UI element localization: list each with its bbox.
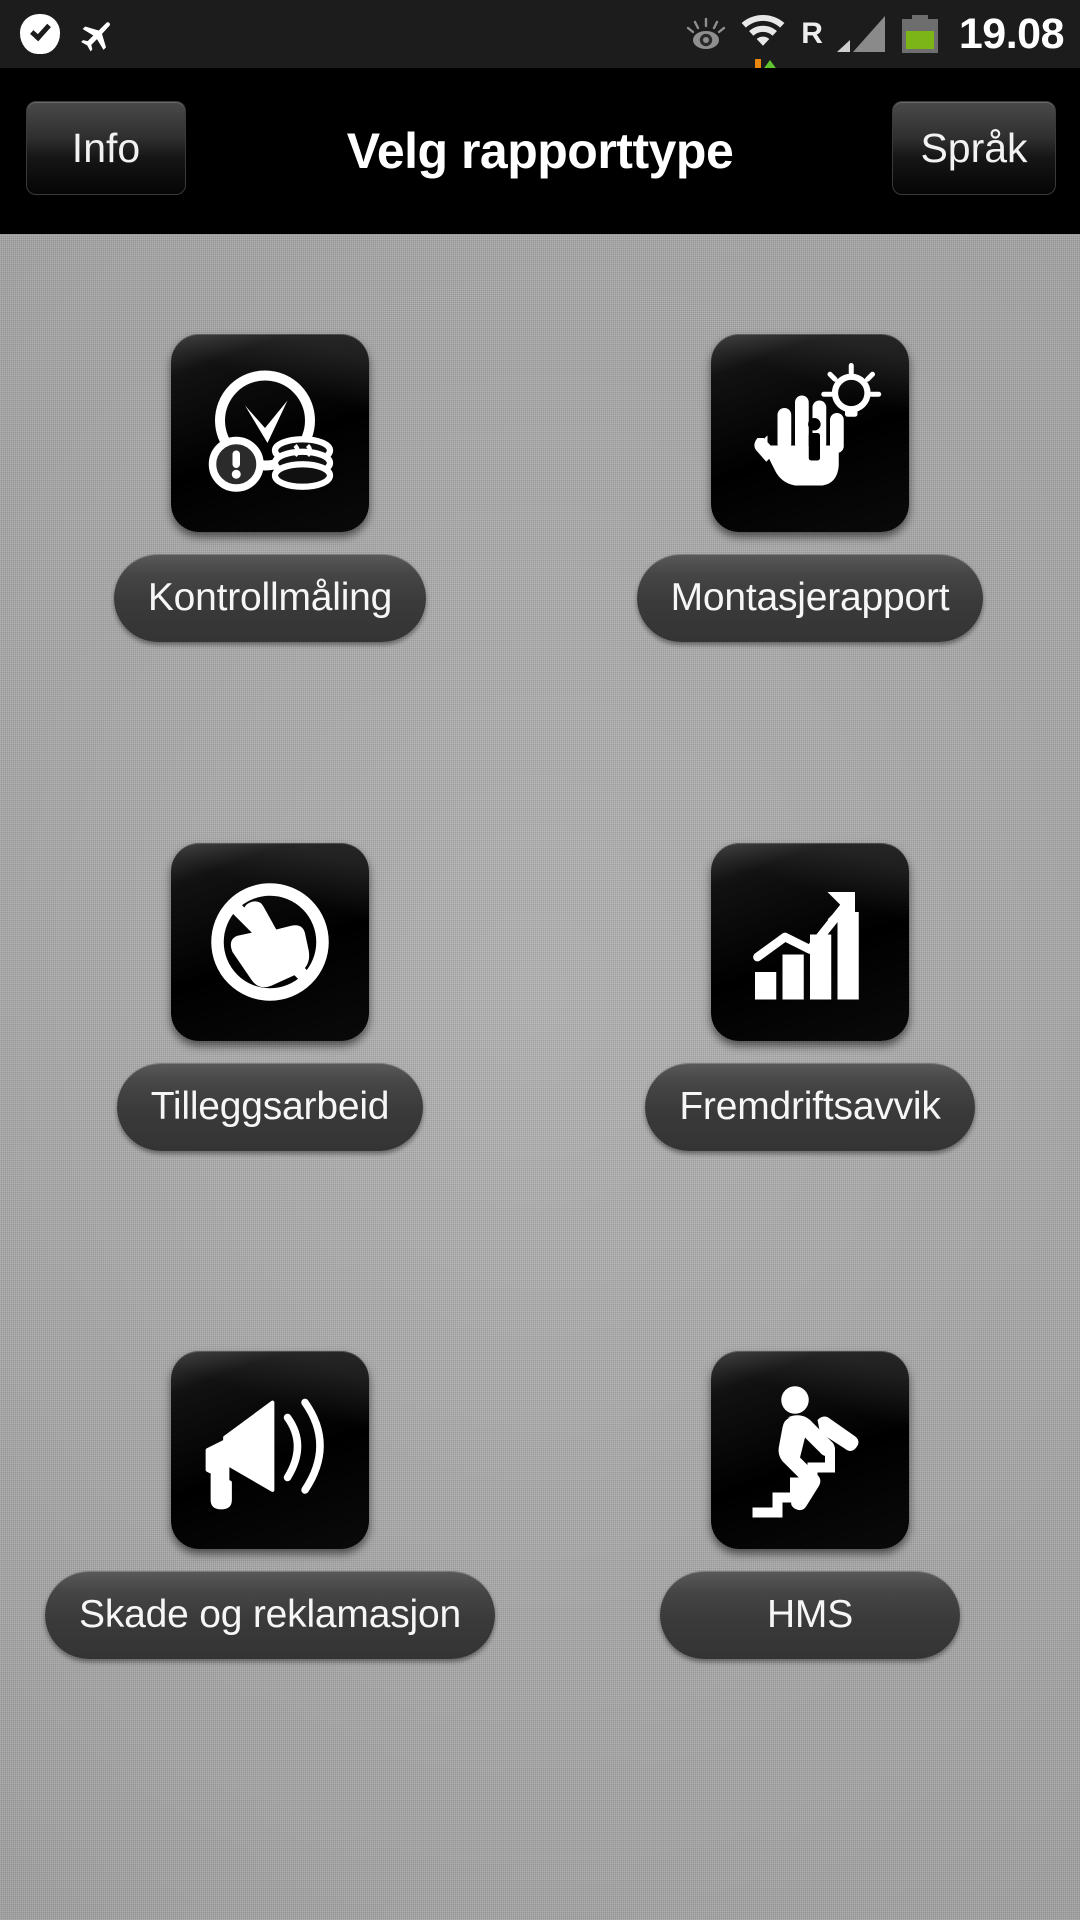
megaphone-icon[interactable]: [171, 1351, 369, 1550]
app-screen: R 19.08 Velg rapporttype Info Språk Kont…: [0, 0, 1080, 1920]
report-type-label[interactable]: Kontrollmåling: [113, 554, 427, 642]
report-type-item-hms[interactable]: HMS: [540, 1351, 1080, 1860]
report-type-item-skade-og-reklamasjon[interactable]: Skade og reklamasjon: [0, 1351, 540, 1860]
report-type-grid: Kontrollmåling Montasjerapport Tilleggsa…: [0, 234, 1080, 1920]
report-type-label[interactable]: Fremdriftsavvik: [645, 1062, 975, 1151]
status-bar: R 19.08: [0, 0, 1080, 85]
person-falling-stairs-icon[interactable]: [711, 1351, 909, 1550]
report-type-item-kontrollmaling[interactable]: Kontrollmåling: [0, 334, 540, 843]
report-type-item-tilleggsarbeid[interactable]: Tilleggsarbeid: [0, 842, 540, 1352]
bar-chart-growth-icon[interactable]: [711, 842, 909, 1041]
report-type-label[interactable]: Skade og reklamasjon: [45, 1571, 495, 1660]
app-header: Velg rapporttype Info Språk: [0, 68, 1080, 234]
info-button[interactable]: Info: [26, 101, 186, 195]
report-type-label[interactable]: Montasjerapport: [636, 554, 984, 642]
report-type-label[interactable]: Tilleggsarbeid: [116, 1062, 424, 1151]
smart-stay-eye-icon: [685, 17, 727, 51]
report-type-item-fremdriftsavvik[interactable]: Fremdriftsavvik: [540, 842, 1080, 1352]
check-badge-icon: [20, 14, 60, 54]
roaming-icon: R: [801, 17, 823, 50]
clock-alert-coins-icon[interactable]: [171, 334, 369, 532]
hand-info-lightbulb-icon[interactable]: [711, 334, 909, 532]
battery-icon: [899, 14, 941, 54]
status-bar-right-icons: R 19.08: [685, 9, 1065, 85]
airplane-mode-icon: [74, 14, 114, 54]
wifi-icon: [739, 13, 787, 85]
language-button[interactable]: Språk: [892, 101, 1056, 195]
status-bar-clock: 19.08: [958, 9, 1065, 58]
report-type-grid-container: Kontrollmåling Montasjerapport Tilleggsa…: [0, 234, 1080, 1920]
no-hand-prohibition-icon[interactable]: [171, 842, 369, 1041]
status-bar-left-icons: [20, 14, 114, 54]
report-type-label[interactable]: HMS: [660, 1571, 960, 1660]
report-type-item-montasjerapport[interactable]: Montasjerapport: [540, 334, 1080, 843]
signal-bars-icon: [836, 14, 887, 54]
